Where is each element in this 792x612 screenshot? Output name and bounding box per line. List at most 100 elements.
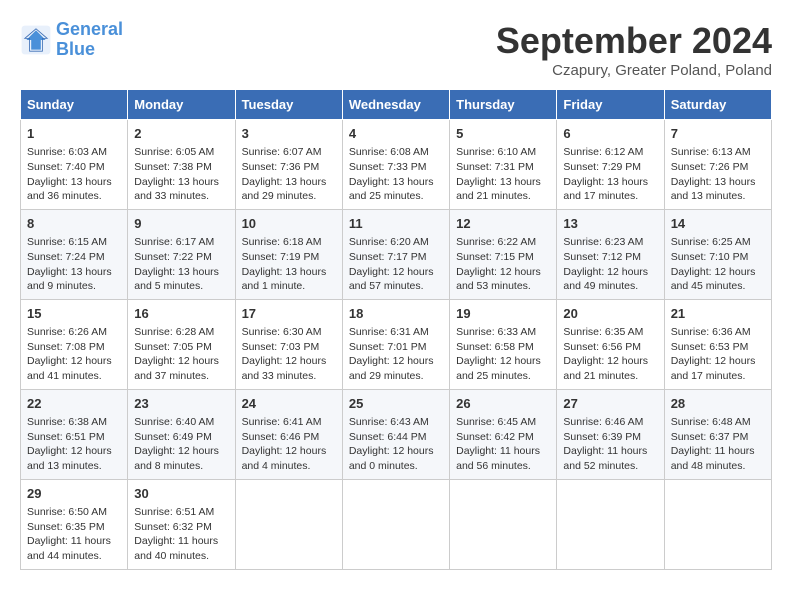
empty-cell [450, 479, 557, 569]
day-info: Sunrise: 6:22 AM Sunset: 7:15 PM Dayligh… [456, 235, 550, 294]
calendar-header: SundayMondayTuesdayWednesdayThursdayFrid… [21, 90, 772, 120]
day-number: 12 [456, 215, 550, 233]
day-info: Sunrise: 6:13 AM Sunset: 7:26 PM Dayligh… [671, 145, 765, 204]
calendar-day-5: 5 Sunrise: 6:10 AM Sunset: 7:31 PM Daylig… [450, 120, 557, 210]
day-number: 9 [134, 215, 228, 233]
calendar-day-26: 26 Sunrise: 6:45 AM Sunset: 6:42 PM Dayli… [450, 389, 557, 479]
day-info: Sunrise: 6:17 AM Sunset: 7:22 PM Dayligh… [134, 235, 228, 294]
calendar-day-2: 2 Sunrise: 6:05 AM Sunset: 7:38 PM Daylig… [128, 120, 235, 210]
calendar-day-19: 19 Sunrise: 6:33 AM Sunset: 6:58 PM Dayli… [450, 299, 557, 389]
empty-cell [557, 479, 664, 569]
weekday-header-saturday: Saturday [664, 90, 771, 120]
day-number: 14 [671, 215, 765, 233]
day-number: 10 [242, 215, 336, 233]
day-number: 3 [242, 125, 336, 143]
day-number: 23 [134, 395, 228, 413]
day-number: 8 [27, 215, 121, 233]
day-info: Sunrise: 6:25 AM Sunset: 7:10 PM Dayligh… [671, 235, 765, 294]
day-info: Sunrise: 6:05 AM Sunset: 7:38 PM Dayligh… [134, 145, 228, 204]
day-number: 7 [671, 125, 765, 143]
day-info: Sunrise: 6:45 AM Sunset: 6:42 PM Dayligh… [456, 415, 550, 474]
empty-cell [342, 479, 449, 569]
day-number: 24 [242, 395, 336, 413]
calendar-day-22: 22 Sunrise: 6:38 AM Sunset: 6:51 PM Dayli… [21, 389, 128, 479]
day-info: Sunrise: 6:36 AM Sunset: 6:53 PM Dayligh… [671, 325, 765, 384]
day-info: Sunrise: 6:41 AM Sunset: 6:46 PM Dayligh… [242, 415, 336, 474]
day-info: Sunrise: 6:10 AM Sunset: 7:31 PM Dayligh… [456, 145, 550, 204]
title-block: September 2024 Czapury, Greater Poland, … [496, 20, 772, 79]
calendar-day-10: 10Sunrise: 6:18 AM Sunset: 7:19 PM Dayli… [235, 209, 342, 299]
calendar-day-6: 6Sunrise: 6:12 AM Sunset: 7:29 PM Daylig… [557, 120, 664, 210]
day-number: 1 [27, 125, 121, 143]
calendar-day-30: 30 Sunrise: 6:51 AM Sunset: 6:32 PM Dayli… [128, 479, 235, 569]
month-title: September 2024 [496, 20, 772, 62]
calendar-day-23: 23 Sunrise: 6:40 AM Sunset: 6:49 PM Dayli… [128, 389, 235, 479]
weekday-header-friday: Friday [557, 90, 664, 120]
day-number: 22 [27, 395, 121, 413]
day-info: Sunrise: 6:30 AM Sunset: 7:03 PM Dayligh… [242, 325, 336, 384]
calendar-day-9: 9 Sunrise: 6:17 AM Sunset: 7:22 PM Daylig… [128, 209, 235, 299]
calendar-day-4: 4 Sunrise: 6:08 AM Sunset: 7:33 PM Daylig… [342, 120, 449, 210]
calendar-day-13: 13 Sunrise: 6:23 AM Sunset: 7:12 PM Dayli… [557, 209, 664, 299]
day-info: Sunrise: 6:40 AM Sunset: 6:49 PM Dayligh… [134, 415, 228, 474]
calendar-day-7: 7 Sunrise: 6:13 AM Sunset: 7:26 PM Daylig… [664, 120, 771, 210]
calendar-day-17: 17Sunrise: 6:30 AM Sunset: 7:03 PM Dayli… [235, 299, 342, 389]
logo: General Blue [20, 20, 123, 60]
day-number: 11 [349, 215, 443, 233]
calendar-day-24: 24 Sunrise: 6:41 AM Sunset: 6:46 PM Dayli… [235, 389, 342, 479]
calendar-day-20: 20 Sunrise: 6:35 AM Sunset: 6:56 PM Dayli… [557, 299, 664, 389]
empty-cell [235, 479, 342, 569]
calendar-week-5: 29Sunrise: 6:50 AM Sunset: 6:35 PM Dayli… [21, 479, 772, 569]
day-info: Sunrise: 6:03 AM Sunset: 7:40 PM Dayligh… [27, 145, 121, 204]
day-number: 30 [134, 485, 228, 503]
day-number: 18 [349, 305, 443, 323]
day-number: 26 [456, 395, 550, 413]
day-info: Sunrise: 6:07 AM Sunset: 7:36 PM Dayligh… [242, 145, 336, 204]
day-info: Sunrise: 6:35 AM Sunset: 6:56 PM Dayligh… [563, 325, 657, 384]
day-info: Sunrise: 6:51 AM Sunset: 6:32 PM Dayligh… [134, 505, 228, 564]
day-info: Sunrise: 6:23 AM Sunset: 7:12 PM Dayligh… [563, 235, 657, 294]
day-number: 13 [563, 215, 657, 233]
calendar-week-3: 15Sunrise: 6:26 AM Sunset: 7:08 PM Dayli… [21, 299, 772, 389]
day-number: 15 [27, 305, 121, 323]
weekday-header-sunday: Sunday [21, 90, 128, 120]
day-number: 6 [563, 125, 657, 143]
day-number: 16 [134, 305, 228, 323]
weekday-header-monday: Monday [128, 90, 235, 120]
day-info: Sunrise: 6:38 AM Sunset: 6:51 PM Dayligh… [27, 415, 121, 474]
day-number: 5 [456, 125, 550, 143]
day-number: 27 [563, 395, 657, 413]
day-info: Sunrise: 6:43 AM Sunset: 6:44 PM Dayligh… [349, 415, 443, 474]
day-number: 28 [671, 395, 765, 413]
day-info: Sunrise: 6:28 AM Sunset: 7:05 PM Dayligh… [134, 325, 228, 384]
calendar-day-14: 14 Sunrise: 6:25 AM Sunset: 7:10 PM Dayli… [664, 209, 771, 299]
day-number: 2 [134, 125, 228, 143]
weekday-header-tuesday: Tuesday [235, 90, 342, 120]
calendar-day-1: 1 Sunrise: 6:03 AM Sunset: 7:40 PM Daylig… [21, 120, 128, 210]
day-number: 29 [27, 485, 121, 503]
location-subtitle: Czapury, Greater Poland, Poland [496, 62, 772, 79]
calendar-day-16: 16 Sunrise: 6:28 AM Sunset: 7:05 PM Dayli… [128, 299, 235, 389]
calendar-day-27: 27Sunrise: 6:46 AM Sunset: 6:39 PM Dayli… [557, 389, 664, 479]
day-number: 20 [563, 305, 657, 323]
logo-text: General Blue [56, 20, 123, 60]
day-info: Sunrise: 6:31 AM Sunset: 7:01 PM Dayligh… [349, 325, 443, 384]
calendar-day-3: 3 Sunrise: 6:07 AM Sunset: 7:36 PM Daylig… [235, 120, 342, 210]
empty-cell [664, 479, 771, 569]
calendar-week-1: 1 Sunrise: 6:03 AM Sunset: 7:40 PM Daylig… [21, 120, 772, 210]
day-info: Sunrise: 6:33 AM Sunset: 6:58 PM Dayligh… [456, 325, 550, 384]
weekday-header-thursday: Thursday [450, 90, 557, 120]
day-info: Sunrise: 6:08 AM Sunset: 7:33 PM Dayligh… [349, 145, 443, 204]
calendar-day-25: 25 Sunrise: 6:43 AM Sunset: 6:44 PM Dayli… [342, 389, 449, 479]
calendar-day-11: 11 Sunrise: 6:20 AM Sunset: 7:17 PM Dayli… [342, 209, 449, 299]
calendar-day-21: 21Sunrise: 6:36 AM Sunset: 6:53 PM Dayli… [664, 299, 771, 389]
day-info: Sunrise: 6:20 AM Sunset: 7:17 PM Dayligh… [349, 235, 443, 294]
day-info: Sunrise: 6:15 AM Sunset: 7:24 PM Dayligh… [27, 235, 121, 294]
day-number: 25 [349, 395, 443, 413]
calendar-day-29: 29Sunrise: 6:50 AM Sunset: 6:35 PM Dayli… [21, 479, 128, 569]
calendar-week-2: 8 Sunrise: 6:15 AM Sunset: 7:24 PM Daylig… [21, 209, 772, 299]
day-number: 19 [456, 305, 550, 323]
weekday-header-wednesday: Wednesday [342, 90, 449, 120]
day-number: 4 [349, 125, 443, 143]
calendar-day-8: 8 Sunrise: 6:15 AM Sunset: 7:24 PM Daylig… [21, 209, 128, 299]
